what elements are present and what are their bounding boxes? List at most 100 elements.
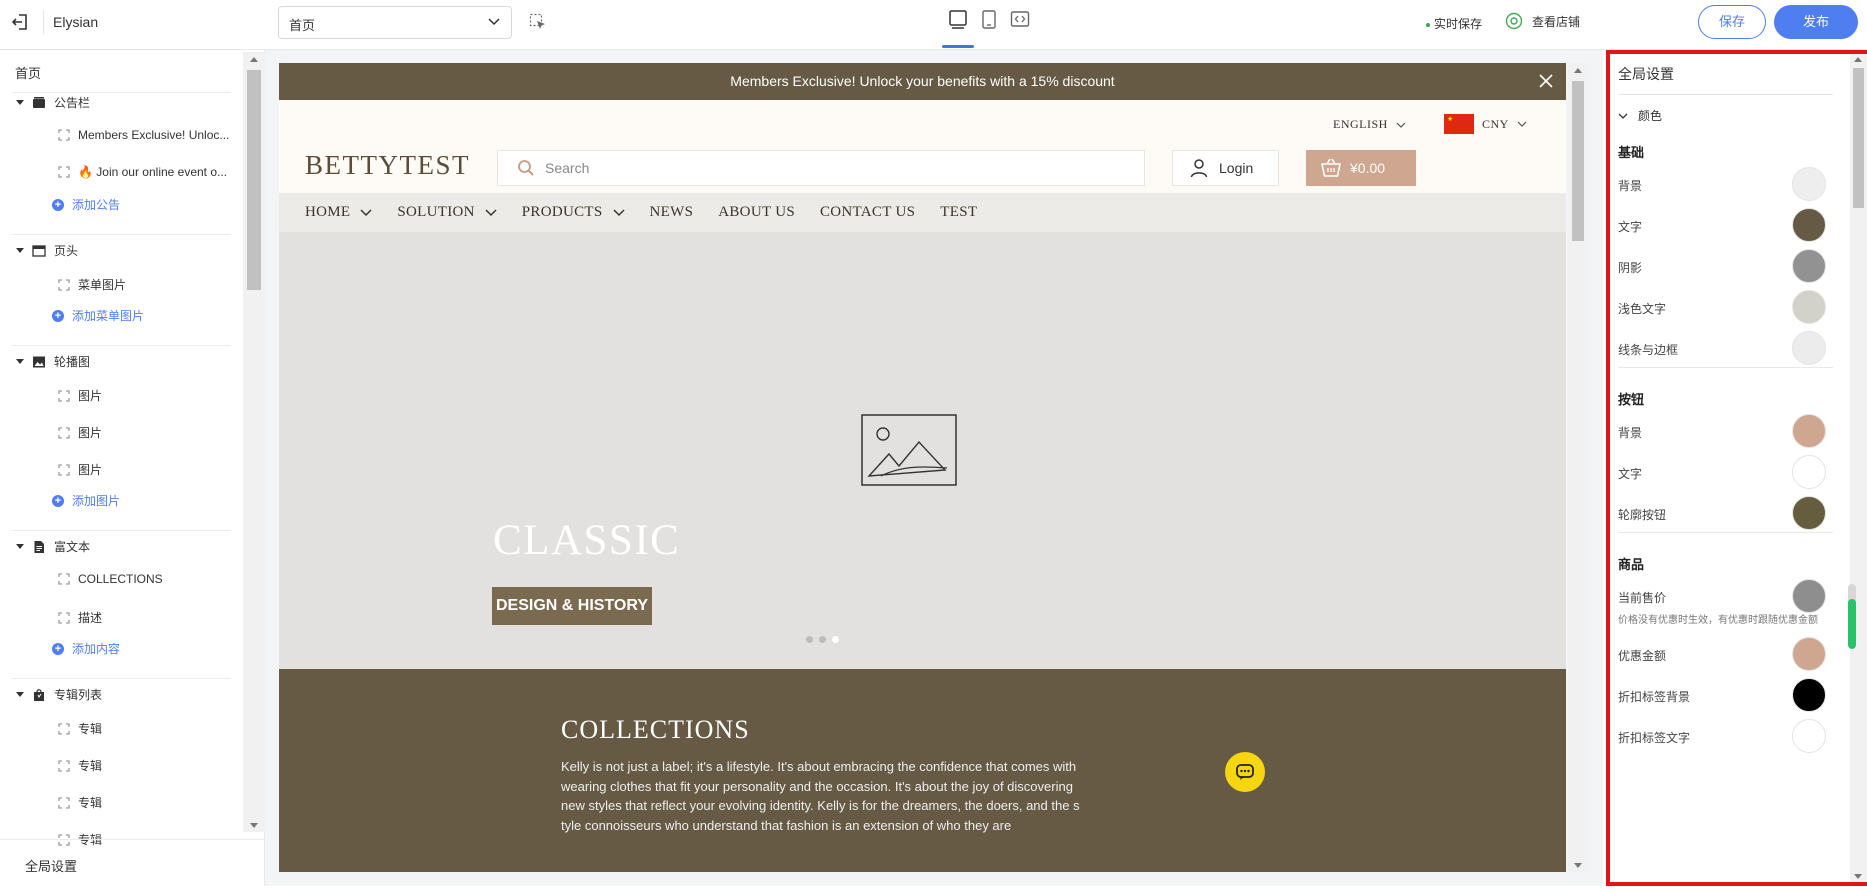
- global-settings-link[interactable]: 全局设置: [0, 839, 265, 886]
- section-3[interactable]: 轮播图: [16, 353, 90, 370]
- scrollbar-thumb[interactable]: [1853, 68, 1864, 208]
- scrollbar-thumb[interactable]: [247, 70, 261, 290]
- color-section-toggle[interactable]: 颜色: [1618, 107, 1662, 124]
- color-swatch[interactable]: [1792, 579, 1826, 613]
- scroll-down-icon[interactable]: [250, 823, 258, 828]
- color-swatch[interactable]: [1792, 208, 1826, 242]
- scroll-down-icon[interactable]: [1574, 863, 1582, 868]
- caret-down-icon[interactable]: [16, 692, 24, 697]
- section-5[interactable]: 专辑列表: [16, 686, 102, 703]
- scroll-up-icon[interactable]: [250, 57, 258, 62]
- settings-scrollbar[interactable]: [1850, 54, 1867, 882]
- chevron-down-icon: [1618, 113, 1628, 119]
- main-navigation: HOME SOLUTION PRODUCTS NEWS ABOUT US CONTACT …: [279, 193, 1566, 232]
- chevron-down-icon: [485, 208, 497, 217]
- section-item[interactable]: 专辑: [58, 794, 102, 811]
- section-item[interactable]: 图片: [58, 424, 102, 441]
- language-select[interactable]: ENGLISH: [1333, 117, 1406, 132]
- scroll-up-icon[interactable]: [1574, 68, 1582, 73]
- caret-down-icon[interactable]: [16, 544, 24, 549]
- page-select[interactable]: 首页: [278, 6, 512, 39]
- nav-item-contact-us[interactable]: CONTACT US: [820, 204, 915, 221]
- section-item-label: 🔥 Join our online event o...: [78, 165, 228, 179]
- section-item[interactable]: 菜单图片: [58, 276, 126, 293]
- preview-scrollbar[interactable]: [1568, 63, 1588, 872]
- document-icon: [32, 540, 46, 554]
- currency-select[interactable]: ★ CNY: [1444, 114, 1527, 134]
- nav-item-products[interactable]: PRODUCTS: [522, 204, 625, 221]
- select-element-icon[interactable]: [529, 13, 547, 31]
- setting-group-title: 基础: [1618, 145, 1645, 160]
- store-preview[interactable]: Members Exclusive! Unlock your benefits …: [279, 63, 1566, 872]
- search-input[interactable]: Search: [497, 150, 1145, 186]
- nav-item-about-us[interactable]: ABOUT US: [718, 204, 795, 221]
- section-item[interactable]: COLLECTIONS: [58, 572, 163, 586]
- desktop-view-icon[interactable]: [946, 8, 970, 32]
- caret-down-icon[interactable]: [16, 100, 24, 105]
- caret-down-icon[interactable]: [16, 359, 24, 364]
- slide-dot[interactable]: [806, 636, 813, 643]
- section-4[interactable]: 富文本: [16, 538, 90, 555]
- section-item[interactable]: 专辑: [58, 720, 102, 737]
- add-item-label: 添加图片: [72, 494, 121, 508]
- section-item[interactable]: 专辑: [58, 757, 102, 774]
- hero-cta-button[interactable]: DESIGN & HISTORY: [492, 587, 652, 625]
- caret-down-icon[interactable]: [16, 248, 24, 253]
- announcement-bar[interactable]: Members Exclusive! Unlock your benefits …: [279, 63, 1566, 100]
- scroll-down-icon[interactable]: [1854, 874, 1862, 879]
- section-1[interactable]: 公告栏: [16, 94, 90, 111]
- nav-item-news[interactable]: NEWS: [650, 204, 694, 221]
- section-item[interactable]: 🔥 Join our online event o...: [58, 165, 227, 179]
- view-store-link[interactable]: 查看店铺: [1505, 12, 1580, 30]
- slide-dot[interactable]: [819, 636, 826, 643]
- plus-icon: +: [52, 198, 64, 211]
- exit-icon[interactable]: [10, 11, 32, 33]
- login-button[interactable]: Login: [1172, 150, 1279, 186]
- sidebar-scrollbar[interactable]: [243, 52, 265, 832]
- code-view-icon[interactable]: [1008, 8, 1032, 32]
- panel-title: 全局设置: [1618, 66, 1674, 82]
- section-item[interactable]: 图片: [58, 461, 102, 478]
- add-item-button[interactable]: + 添加图片: [52, 492, 120, 509]
- add-item-label: 添加内容: [72, 642, 121, 656]
- nav-item-test[interactable]: TEST: [940, 204, 977, 221]
- section-2[interactable]: 页头: [16, 242, 78, 259]
- color-swatch[interactable]: [1792, 249, 1826, 283]
- close-icon[interactable]: [1538, 73, 1554, 89]
- section-item[interactable]: Members Exclusive! Unloc...: [58, 128, 229, 142]
- color-swatch[interactable]: [1792, 331, 1826, 365]
- color-swatch[interactable]: [1792, 414, 1826, 448]
- color-swatch[interactable]: [1792, 496, 1826, 530]
- color-swatch[interactable]: [1792, 455, 1826, 489]
- section-item[interactable]: 描述: [58, 609, 102, 626]
- scrollbar-thumb[interactable]: [1572, 81, 1584, 241]
- tablet-view-icon[interactable]: [977, 8, 1001, 32]
- section-item-label: Members Exclusive! Unloc...: [78, 128, 230, 142]
- chat-bubble-icon[interactable]: [1225, 752, 1265, 792]
- slide-dot[interactable]: [832, 636, 839, 643]
- section-item[interactable]: 图片: [58, 387, 102, 404]
- block-icon: [58, 426, 70, 439]
- add-item-button[interactable]: + 添加内容: [52, 640, 120, 657]
- nav-item-solution[interactable]: SOLUTION: [397, 204, 497, 221]
- cart-button[interactable]: ¥0.00: [1306, 150, 1416, 186]
- setting-note: 价格没有优惠时生效，有优惠时跟随优惠金额: [1618, 615, 1818, 626]
- add-item-button[interactable]: + 添加公告: [52, 196, 120, 213]
- nav-item-home[interactable]: HOME: [305, 204, 372, 221]
- color-swatch[interactable]: [1792, 678, 1826, 712]
- color-swatch[interactable]: [1792, 637, 1826, 671]
- add-item-button[interactable]: + 添加菜单图片: [52, 307, 144, 324]
- chevron-down-icon: [1396, 122, 1406, 128]
- block-icon: [58, 573, 70, 585]
- nav-item-label: PRODUCTS: [521, 204, 603, 220]
- scroll-up-icon[interactable]: [1854, 57, 1862, 62]
- color-swatch[interactable]: [1792, 167, 1826, 201]
- color-swatch[interactable]: [1792, 719, 1826, 753]
- save-button[interactable]: 保存: [1698, 5, 1766, 39]
- color-swatch[interactable]: [1792, 290, 1826, 324]
- slide-dots[interactable]: [806, 636, 839, 643]
- divider: [1618, 367, 1833, 368]
- store-logo[interactable]: BETTYTEST: [305, 150, 470, 181]
- hero-slideshow[interactable]: CLASSIC DESIGN & HISTORY: [279, 232, 1566, 669]
- publish-button[interactable]: 发布: [1774, 5, 1858, 39]
